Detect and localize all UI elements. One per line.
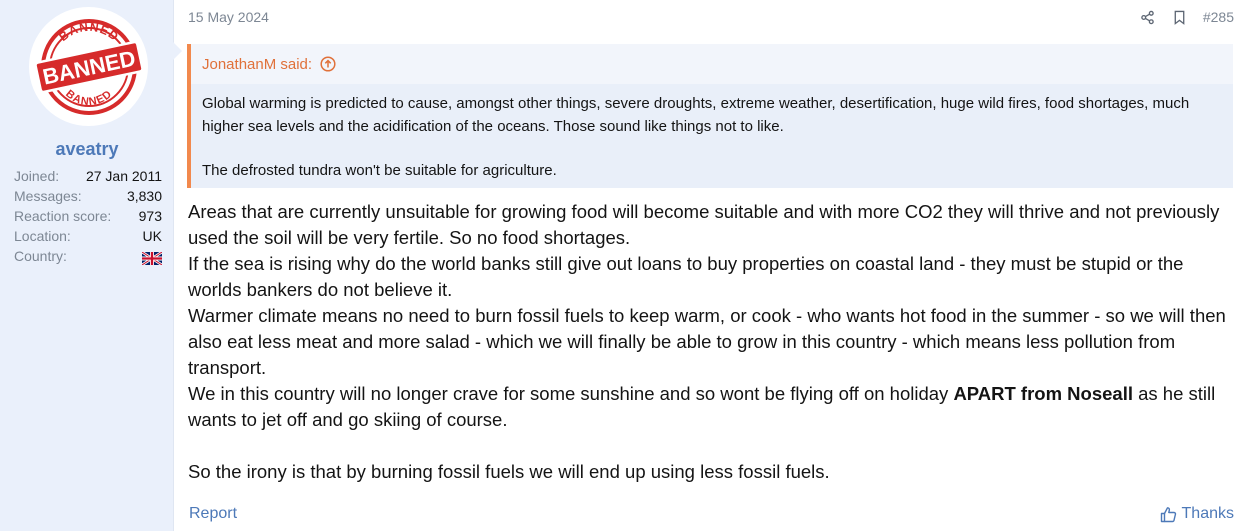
username[interactable]: aveatry [0, 139, 174, 160]
svg-text:BANNED: BANNED [63, 88, 115, 108]
body-paragraph: We in this country will no longer crave … [188, 381, 1236, 433]
uk-flag-icon [141, 250, 163, 267]
stat-label: Location: [14, 228, 71, 244]
stamp-bottom-text: BANNED [63, 88, 114, 108]
quote-body: Global warming is predicted to cause, am… [202, 92, 1213, 182]
stat-label: Country: [14, 248, 67, 264]
arrow-up-circle-icon[interactable] [320, 56, 336, 72]
share-icon[interactable] [1139, 8, 1157, 26]
stat-joined: Joined: 27 Jan 2011 [14, 166, 162, 186]
stat-value: UK [142, 228, 162, 244]
stat-label: Reaction score: [14, 208, 112, 224]
quote-paragraph: Global warming is predicted to cause, am… [202, 95, 1190, 135]
stat-label: Messages: [14, 188, 82, 204]
stat-reaction-score: Reaction score: 973 [14, 206, 162, 226]
message-header: 15 May 2024 #285 [188, 7, 1234, 27]
message-body: Areas that are currently unsuitable for … [188, 199, 1236, 485]
svg-text:BANNED: BANNED [56, 20, 121, 44]
post-date[interactable]: 15 May 2024 [188, 9, 1125, 25]
body-paragraph: If the sea is rising why do the world ba… [188, 253, 1184, 300]
quote-block: JonathanM said: Global warming is predic… [187, 44, 1233, 188]
message-post: BANNED BANNED BANNED aveatry Joined: 27 … [0, 0, 1252, 531]
report-link[interactable]: Report [189, 505, 1160, 523]
stat-value[interactable]: 3,830 [127, 186, 162, 206]
quote-author[interactable]: JonathanM said: [202, 56, 312, 73]
quote-paragraph: The defrosted tundra won't be suitable f… [202, 162, 557, 179]
message-content: 15 May 2024 #285 JonathanM said: Global … [173, 0, 1252, 531]
bold-text: APART from Noseall [953, 383, 1133, 404]
user-sidebar: BANNED BANNED BANNED aveatry Joined: 27 … [0, 0, 174, 531]
stat-value: 27 Jan 2011 [85, 168, 162, 184]
stat-country: Country: [14, 246, 163, 267]
thanks-button[interactable]: Thanks [1160, 505, 1234, 523]
post-number[interactable]: #285 [1203, 9, 1234, 25]
banned-stamp-icon: BANNED BANNED BANNED [34, 19, 144, 115]
message-arrow [173, 42, 182, 60]
body-text: We in this country will no longer crave … [188, 383, 954, 404]
thanks-label: Thanks [1181, 505, 1234, 522]
thumbs-up-icon [1160, 506, 1177, 523]
stamp-top-text: BANNED [56, 20, 120, 44]
user-stats: Joined: 27 Jan 2011 Messages: 3,830 Reac… [14, 166, 163, 267]
quote-header: JonathanM said: [191, 44, 1233, 84]
body-paragraph: Areas that are currently unsuitable for … [188, 201, 1220, 248]
stat-messages: Messages: 3,830 [14, 186, 162, 206]
body-paragraph: Warmer climate means no need to burn fos… [188, 305, 1226, 378]
avatar[interactable]: BANNED BANNED BANNED [29, 7, 148, 126]
bookmark-icon[interactable] [1171, 8, 1189, 26]
message-footer: Report Thanks [189, 503, 1234, 525]
stat-location: Location: UK [14, 226, 162, 246]
stat-label: Joined: [14, 168, 60, 184]
stat-value: 973 [138, 208, 162, 224]
body-paragraph: So the irony is that by burning fossil f… [188, 461, 830, 482]
